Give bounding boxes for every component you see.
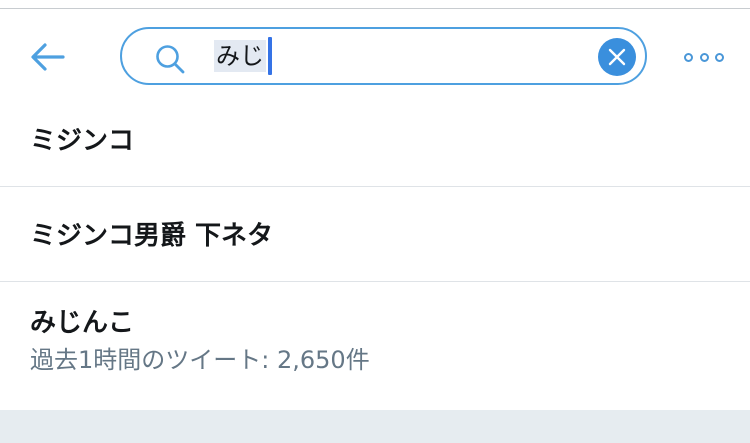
suggestion-label: ミジンコ男爵 下ネタ [30,221,274,251]
text-caret [268,37,272,75]
suggestion-list: ミジンコ ミジンコ男爵 下ネタ みじんこ 過去1時間のツイート: 2,650件 [0,92,750,410]
more-dots-icon [715,52,724,62]
suggestion-item[interactable]: みじんこ 過去1時間のツイート: 2,650件 [0,282,750,410]
arrow-left-icon [31,43,65,71]
bottom-area [0,410,750,443]
more-dots-icon [699,52,709,62]
close-icon [608,48,626,66]
search-query-text[interactable]: みじ [214,40,266,72]
suggestion-item[interactable]: ミジンコ [0,92,750,187]
search-icon [156,45,185,74]
suggestion-label: ミジンコ [30,126,135,156]
back-button[interactable] [28,39,68,75]
search-input[interactable]: みじ [120,27,647,85]
suggestion-item[interactable]: ミジンコ男爵 下ネタ [0,187,750,282]
clear-search-button[interactable] [598,38,636,76]
suggestion-label: みじんこ [30,308,135,338]
suggestion-tweet-count: 過去1時間のツイート: 2,650件 [30,346,370,374]
more-dots-icon [684,52,693,62]
more-options-button[interactable] [684,49,724,65]
